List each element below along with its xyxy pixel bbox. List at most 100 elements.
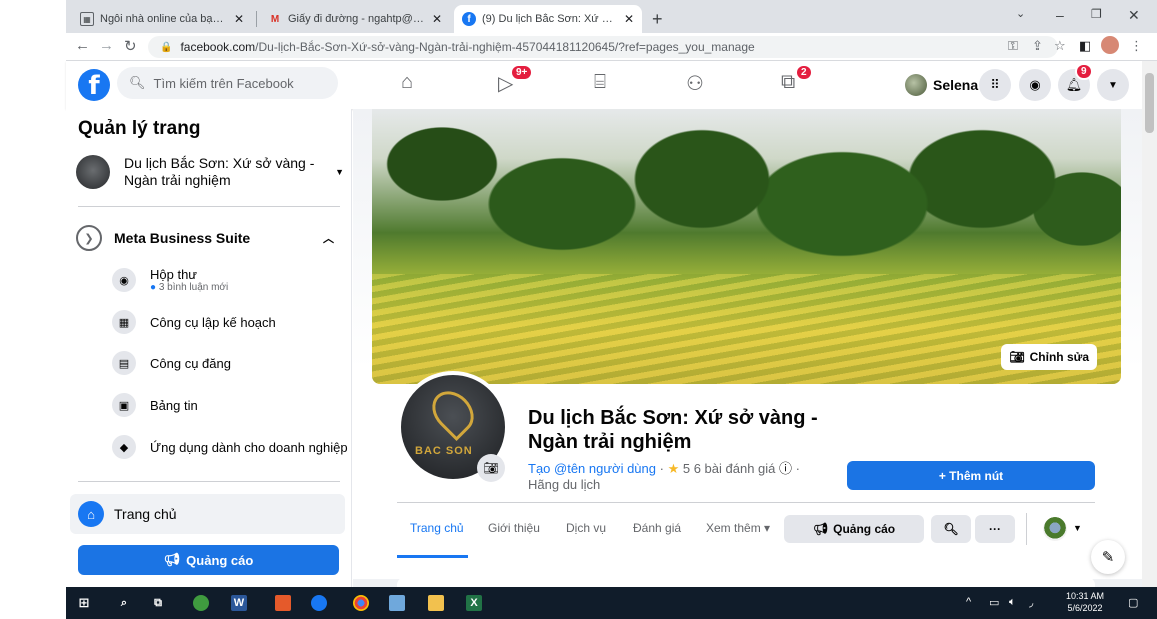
promote-button[interactable]: 📢︎ Quảng cáo xyxy=(784,515,924,543)
info-icon[interactable]: ⓘ xyxy=(779,461,792,476)
share-icon[interactable]: ⇪ xyxy=(1032,38,1043,54)
sidebar-item-home[interactable]: ⌂ Trang chủ xyxy=(70,494,345,534)
profile-avatar-icon[interactable] xyxy=(1101,36,1119,54)
meta-business-suite-header[interactable]: ❯ Meta Business Suite ︿ xyxy=(76,222,344,254)
more-options-button[interactable]: ··· xyxy=(975,515,1015,543)
menu-grid-icon[interactable]: ⠿ xyxy=(979,69,1011,101)
gmail-icon: M xyxy=(270,13,280,25)
network-icon[interactable]: ▭ xyxy=(989,596,999,609)
page-profile-card: 📷︎ Chỉnh sửa BAC SON 📷︎ Du lịch Bắc Sơn:… xyxy=(353,109,1142,579)
search-button[interactable]: 🔍︎ xyxy=(931,515,971,543)
notification-center-icon[interactable]: ▢ xyxy=(1128,596,1138,609)
restore-icon[interactable]: ❐ xyxy=(1091,7,1102,21)
scrollbar-thumb[interactable] xyxy=(1145,73,1154,133)
megaphone-icon: 📢︎ xyxy=(163,552,181,567)
messenger-icon[interactable]: ◉ xyxy=(1019,69,1051,101)
close-icon[interactable]: ✕ xyxy=(624,12,634,26)
wifi-icon[interactable]: ◞ xyxy=(1029,596,1033,609)
browser-tab-facebook[interactable]: f (9) Du lịch Bắc Sơn: Xứ sở vàng - ✕ xyxy=(454,5,642,33)
create-username-link[interactable]: Tạo @tên người dùng xyxy=(528,461,656,476)
sidebar-title: Quản lý trang xyxy=(78,118,201,139)
kebab-menu-icon[interactable]: ⋮ xyxy=(1130,38,1143,54)
page-avatar xyxy=(76,155,110,189)
volume-icon[interactable]: 🔈︎ xyxy=(1009,596,1016,609)
sidebar-item-publishing-tools[interactable]: ▤ Công cụ đăng xyxy=(112,345,231,381)
manage-page-sidebar: Quản lý trang Du lịch Bắc Sơn: Xứ sở vàn… xyxy=(66,109,352,587)
shield-app-icon[interactable] xyxy=(275,595,291,611)
task-view-icon[interactable]: ⧉ xyxy=(150,595,166,611)
marketplace-icon[interactable]: ⌸ xyxy=(594,71,606,94)
facebook-header: f 🔍︎ Tìm kiếm trên Facebook ⌂ ▷ 9+ ⌸ ⚇ ⧉… xyxy=(66,61,1142,109)
search-icon: 🔍︎ xyxy=(129,75,146,90)
meta-business-suite-icon: ❯ xyxy=(76,225,102,251)
page-meta: Tạo @tên người dùng · ★ 5 6 bài đánh giá… xyxy=(528,461,800,492)
home-icon[interactable]: ⌂ xyxy=(401,71,413,94)
new-tab-icon[interactable]: + xyxy=(652,9,663,30)
page-category: Hãng du lịch xyxy=(528,477,601,492)
groups-icon[interactable]: ⚇ xyxy=(686,71,704,96)
forward-icon[interactable]: → xyxy=(99,37,114,54)
address-bar[interactable]: 🔒 facebook.com /Du-lịch-Bắc-Sơn-Xứ-sở-và… xyxy=(148,36,1058,58)
news-feed-icon: ▣ xyxy=(112,393,136,417)
sidepanel-icon[interactable]: ◧ xyxy=(1079,38,1091,54)
close-icon[interactable]: ✕ xyxy=(432,12,442,26)
map-pin-logo xyxy=(424,383,482,441)
profile-link[interactable]: Selena xyxy=(901,68,982,102)
ellipsis-icon: ··· xyxy=(989,522,1001,536)
gaming-icon[interactable]: ⧉ xyxy=(781,71,795,94)
word-icon[interactable]: W xyxy=(231,595,247,611)
site-icon: ▦ xyxy=(80,12,94,26)
tab-more[interactable]: Xem thêm ▾ xyxy=(706,521,770,535)
page-scrollbar[interactable] xyxy=(1142,61,1157,587)
photos-icon[interactable] xyxy=(389,595,405,611)
key-icon[interactable]: ⚿ xyxy=(1008,38,1018,54)
minimize-icon[interactable]: – xyxy=(1056,7,1064,23)
sidebar-item-business-apps[interactable]: ◆ Ứng dụng dành cho doanh nghiệp xyxy=(112,429,348,465)
tab-about[interactable]: Giới thiệu xyxy=(488,521,540,535)
account-caret-icon[interactable]: ▼ xyxy=(1097,69,1129,101)
window-close-icon[interactable]: ✕ xyxy=(1128,7,1140,24)
tab-services[interactable]: Dịch vụ xyxy=(566,521,606,535)
sidebar-item-planner[interactable]: ▦ Công cụ lập kế hoạch xyxy=(112,304,276,340)
active-tab-indicator xyxy=(397,555,468,558)
sidebar-item-inbox[interactable]: ◉ Hộp thư ● 3 bình luận mới xyxy=(112,262,228,298)
tab-home[interactable]: Trang chủ xyxy=(410,521,464,535)
search-input[interactable]: 🔍︎ Tìm kiếm trên Facebook xyxy=(117,67,338,99)
page-switcher[interactable]: Du lịch Bắc Sơn: Xứ sở vàng - Ngàn trải … xyxy=(76,151,344,193)
add-button[interactable]: + Thêm nút xyxy=(847,461,1095,490)
chevron-down-icon[interactable]: ⌄ xyxy=(1016,7,1025,20)
sidebar-item-news-feed[interactable]: ▣ Bảng tin xyxy=(112,387,198,423)
unread-dot-icon: ● xyxy=(150,282,159,293)
facebook-logo-icon[interactable]: f xyxy=(78,69,110,101)
chevron-up-icon[interactable]: ^ xyxy=(966,596,971,608)
divider xyxy=(78,206,340,207)
camera-icon[interactable]: 📷︎ xyxy=(477,454,505,482)
browser-tab-strip: ▦ Ngôi nhà online của bạn - Home ✕ M Giấ… xyxy=(66,0,1157,33)
browser-toolbar: ← → ↻ 🔒 facebook.com /Du-lịch-Bắc-Sơn-Xứ… xyxy=(66,33,1157,61)
browser-tab-gmail[interactable]: M Giấy đi đường - ngahtp@tnus.ed ✕ xyxy=(260,5,450,33)
compose-icon[interactable]: ✎ xyxy=(1091,540,1125,574)
notification-badge: 9 xyxy=(1075,63,1093,80)
browser-tab-home[interactable]: ▦ Ngôi nhà online của bạn - Home ✕ xyxy=(72,5,252,33)
file-explorer-icon[interactable] xyxy=(428,595,444,611)
divider xyxy=(397,502,1095,503)
zalo-icon[interactable] xyxy=(311,595,327,611)
close-icon[interactable]: ✕ xyxy=(234,12,244,26)
tab-reviews[interactable]: Đánh giá xyxy=(633,521,681,535)
rating-text[interactable]: 5 6 bài đánh giá xyxy=(683,461,776,476)
search-icon[interactable]: ⌕ xyxy=(116,595,132,611)
chrome-icon[interactable] xyxy=(353,595,369,611)
promote-button[interactable]: 📢︎ Quảng cáo xyxy=(78,545,339,575)
star-icon[interactable]: ☆ xyxy=(1054,38,1066,54)
excel-icon[interactable]: X xyxy=(466,595,482,611)
page-avatar[interactable] xyxy=(1043,517,1067,541)
edit-cover-button[interactable]: 📷︎ Chỉnh sửa xyxy=(1001,344,1097,370)
caret-down-icon[interactable]: ▼ xyxy=(1073,523,1082,533)
system-clock[interactable]: 10:31 AM 5/6/2022 xyxy=(1066,590,1104,614)
reload-icon[interactable]: ↻ xyxy=(124,37,137,55)
app-icon-green[interactable] xyxy=(193,595,209,611)
search-icon: 🔍︎ xyxy=(943,522,959,536)
windows-start-icon[interactable]: ⊞ xyxy=(76,595,92,611)
tab-separator xyxy=(256,11,257,27)
back-icon[interactable]: ← xyxy=(75,37,90,54)
